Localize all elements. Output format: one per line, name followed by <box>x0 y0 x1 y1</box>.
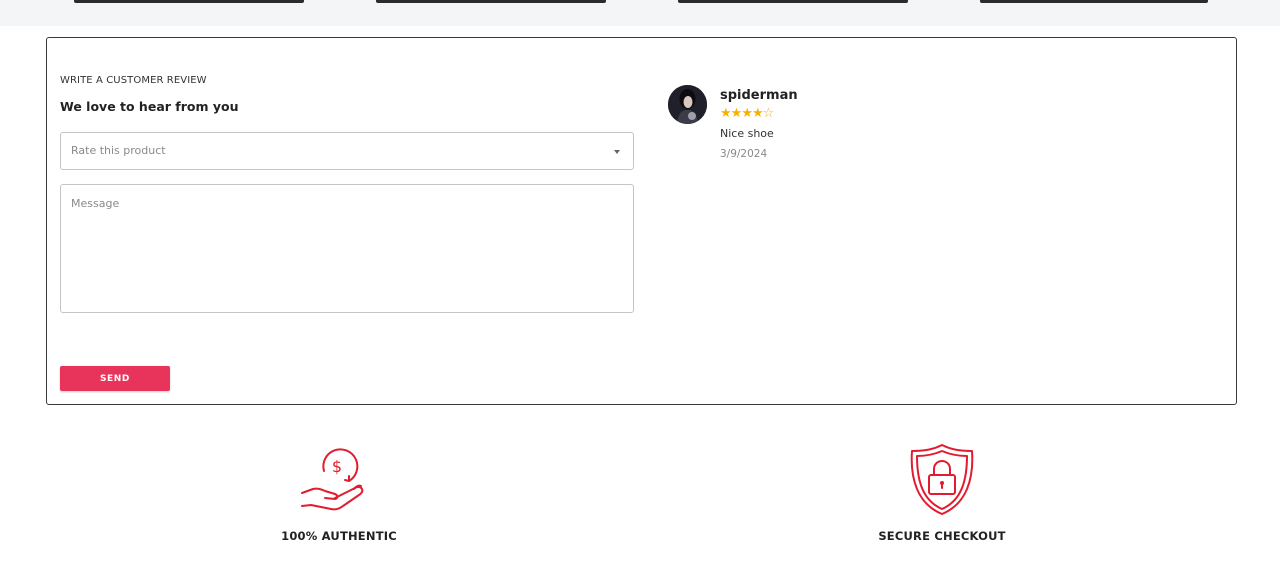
review-text: Nice shoe <box>720 127 774 140</box>
carousel-bar <box>678 0 908 3</box>
carousel-bar <box>74 0 304 3</box>
feature-label: SECURE CHECKOUT <box>878 529 1006 543</box>
review-date: 3/9/2024 <box>720 148 768 160</box>
carousel-bar <box>376 0 606 3</box>
send-button[interactable]: SEND <box>60 366 170 391</box>
reviewer-name: spiderman <box>720 88 798 103</box>
rating-select-placeholder: Rate this product <box>71 144 166 157</box>
review-heading: We love to hear from you <box>60 99 239 114</box>
star-filled-icon: ★ <box>730 106 743 121</box>
top-strip <box>0 0 1280 26</box>
star-filled-icon: ★ <box>720 106 732 121</box>
carousel-bar <box>980 0 1208 3</box>
review-kicker: WRITE A CUSTOMER REVIEW <box>60 75 207 86</box>
svg-text:$: $ <box>332 457 342 476</box>
chevron-down-icon <box>614 150 620 154</box>
feature-label: 100% AUTHENTIC <box>281 529 397 543</box>
message-field[interactable] <box>60 184 634 313</box>
rating-select[interactable]: Rate this product <box>60 132 634 170</box>
star-filled-icon: ★ <box>751 106 764 121</box>
review-card: WRITE A CUSTOMER REVIEW We love to hear … <box>46 37 1237 405</box>
star-filled-icon: ★ <box>741 106 753 121</box>
shield-lock-icon <box>910 444 974 515</box>
review-item: spiderman ★★★★☆ Nice shoe 3/9/2024 <box>668 85 968 175</box>
feature-secure-checkout: SECURE CHECKOUT <box>822 443 1062 553</box>
avatar <box>668 85 707 124</box>
money-hand-icon: $ <box>301 448 364 511</box>
star-rating: ★★★★☆ <box>720 106 775 122</box>
feature-authentic: $ 100% AUTHENTIC <box>219 443 459 553</box>
star-empty-icon: ☆ <box>762 106 775 121</box>
